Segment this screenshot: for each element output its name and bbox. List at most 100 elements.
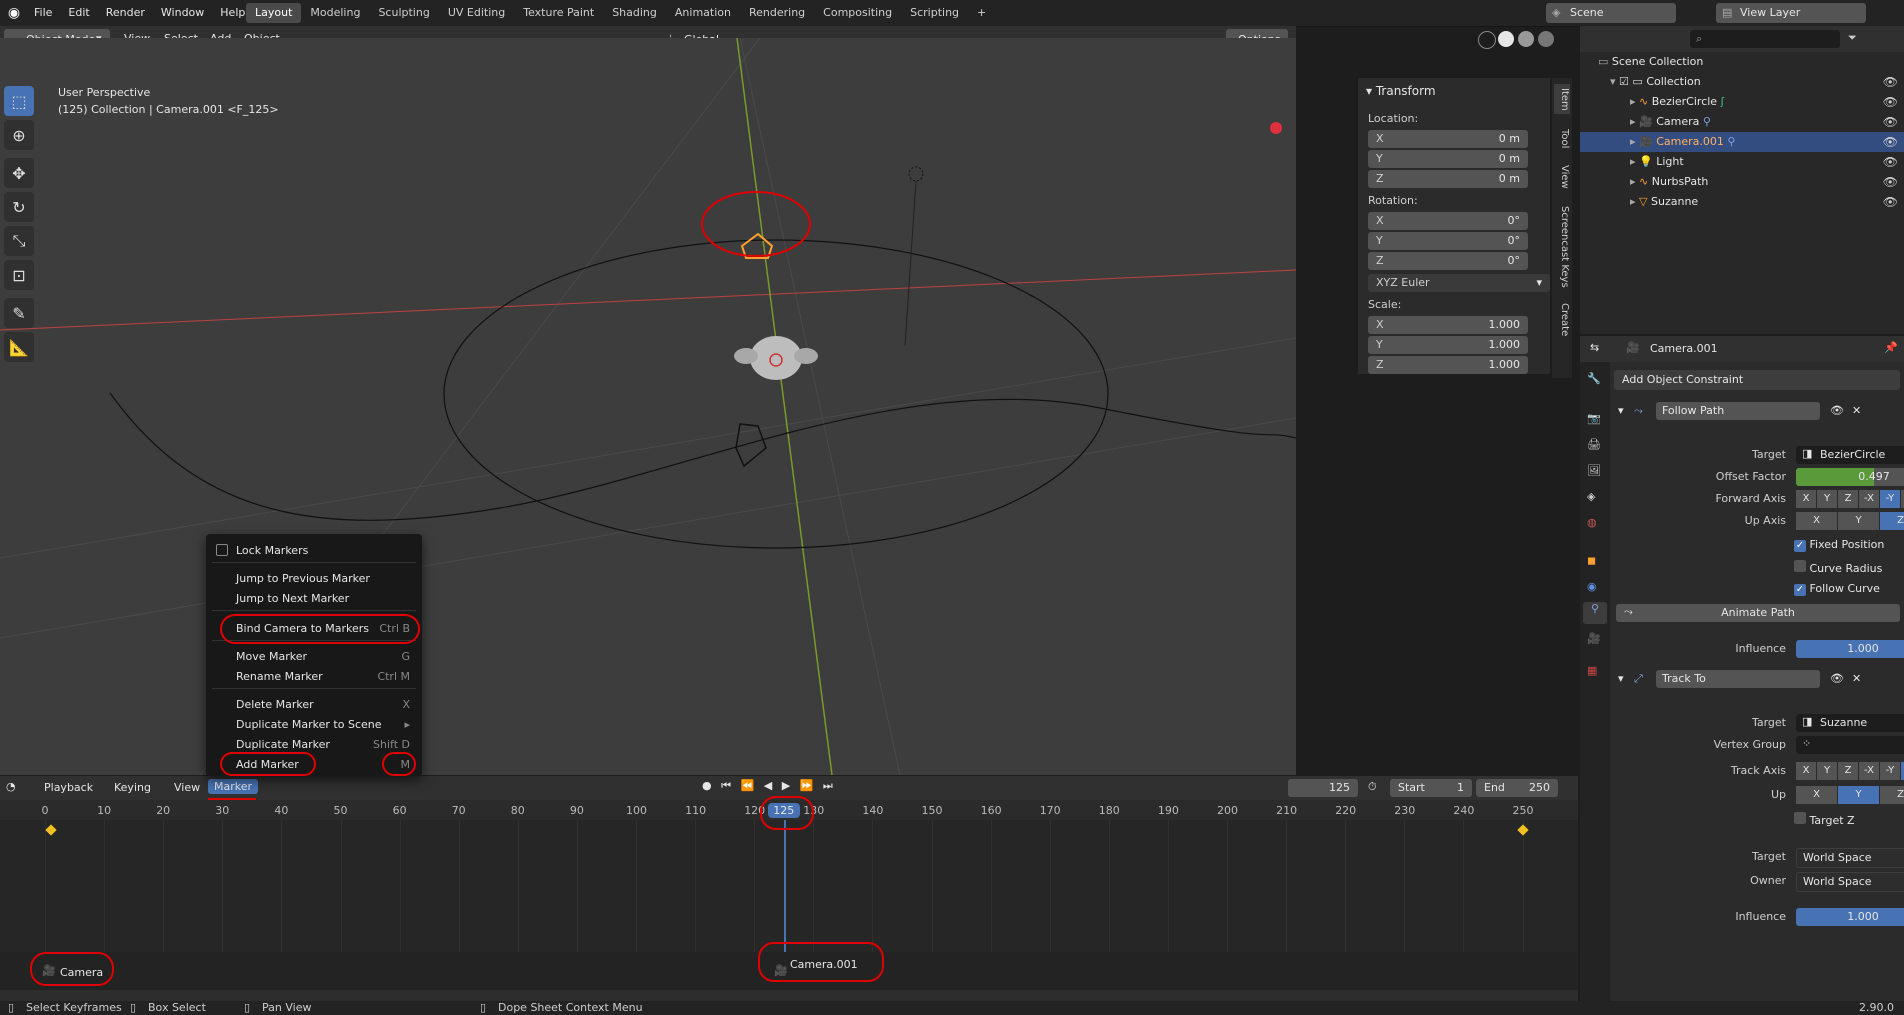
menu-file[interactable]: File — [26, 0, 60, 26]
tab-compositing[interactable]: Compositing — [814, 3, 901, 23]
physics-tab-icon[interactable]: ◉ — [1587, 580, 1597, 593]
move-marker-item[interactable]: Move Marker — [236, 650, 307, 663]
play-icon[interactable]: ▶ — [782, 779, 790, 792]
location-y-field[interactable]: Y 0 m — [1368, 150, 1528, 168]
rotation-mode-dropdown[interactable]: XYZ Euler ▾ — [1368, 274, 1550, 292]
prev-keyframe-icon[interactable]: ⏪ — [741, 779, 755, 792]
transform-tool-icon[interactable]: ⊡ — [4, 260, 34, 290]
texture-tab-icon[interactable]: ▦ — [1587, 664, 1597, 677]
cursor-tool-icon[interactable]: ⊕ — [4, 120, 34, 150]
pin-icon[interactable]: 📌 — [1884, 341, 1898, 354]
record-icon[interactable]: ● — [702, 779, 712, 792]
add-object-constraint-dropdown[interactable]: Add Object Constraint — [1614, 370, 1900, 390]
object-data-tab-icon[interactable]: 🎥 — [1587, 632, 1601, 645]
tab-modeling[interactable]: Modeling — [301, 3, 369, 23]
target-space-dropdown[interactable]: World Space▾ — [1796, 848, 1904, 868]
keyframe-diamond[interactable] — [1516, 824, 1529, 836]
axis-button[interactable]: Y — [1838, 512, 1879, 530]
scale-y-field[interactable]: Y 1.000 — [1368, 336, 1528, 354]
checkbox-icon[interactable]: ☑ — [1619, 75, 1629, 88]
tab-texture-paint[interactable]: Texture Paint — [514, 3, 603, 23]
menu-edit[interactable]: Edit — [60, 0, 97, 26]
close-icon[interactable]: ✕ — [1852, 404, 1861, 417]
axis-button[interactable]: Y — [1817, 762, 1837, 780]
follow-path-name-field[interactable]: Follow Path — [1656, 402, 1820, 420]
filter-icon[interactable]: ⏷ — [1848, 31, 1857, 45]
track-to-target-field[interactable]: ◨Suzanne✕ — [1796, 714, 1904, 732]
owner-space-dropdown[interactable]: World Space▾ — [1796, 872, 1904, 892]
tab-scripting[interactable]: Scripting — [901, 3, 968, 23]
axis-button[interactable]: X — [1796, 490, 1816, 508]
view-layer-tab-icon[interactable]: 🖼 — [1587, 464, 1601, 477]
axis-button[interactable]: Z — [1838, 490, 1858, 508]
output-tab-icon[interactable]: 🖨 — [1587, 438, 1601, 451]
jump-prev-marker-item[interactable]: Jump to Previous Marker — [236, 572, 370, 585]
current-frame-field[interactable]: 125 — [1288, 779, 1358, 797]
solid-shading-icon[interactable] — [1498, 31, 1514, 47]
vertex-group-field[interactable]: ⁘ — [1796, 736, 1904, 754]
eye-icon[interactable]: 👁 — [1883, 72, 1898, 92]
close-icon[interactable]: ✕ — [1852, 672, 1861, 685]
follow-curve-checkbox[interactable]: ✓ Follow Curve — [1794, 582, 1880, 596]
axis-button[interactable]: Y — [1817, 490, 1837, 508]
rotation-x-field[interactable]: X 0° — [1368, 212, 1528, 230]
follow-path-influence-slider[interactable]: 1.000 — [1796, 640, 1904, 658]
location-x-field[interactable]: X 0 m — [1368, 130, 1528, 148]
next-keyframe-icon[interactable]: ⏩ — [800, 779, 814, 792]
stopwatch-icon[interactable]: ⏱ — [1368, 780, 1377, 794]
location-z-field[interactable]: Z 0 m — [1368, 170, 1528, 188]
rename-marker-item[interactable]: Rename Marker — [236, 670, 323, 683]
keyframe-area[interactable] — [0, 820, 1578, 952]
select-box-tool-icon[interactable]: ⬚ — [4, 86, 34, 116]
blender-logo-icon[interactable]: ◉ — [6, 5, 22, 21]
outliner-item-camera-001[interactable]: ▸ 🎥 Camera.001 ⚲ 👁 — [1580, 132, 1904, 152]
scale-tool-icon[interactable]: ⤡ — [4, 226, 34, 256]
add-workspace-icon[interactable]: + — [968, 3, 995, 23]
tab-screencast-keys[interactable]: Screencast Keys — [1554, 202, 1570, 292]
axis-button[interactable]: Z — [1838, 762, 1858, 780]
editor-type-icon[interactable]: ◔ — [6, 780, 16, 793]
eye-icon[interactable]: 👁 — [1883, 172, 1898, 192]
playhead-line[interactable] — [783, 820, 786, 952]
eye-icon[interactable]: 👁 — [1883, 152, 1898, 172]
timeline-scrollbar[interactable] — [0, 990, 1578, 1001]
jump-next-marker-item[interactable]: Jump to Next Marker — [236, 592, 349, 605]
axis-button[interactable]: X — [1796, 762, 1816, 780]
outliner-collection[interactable]: ▾ ☑ ▭ Collection 👁 — [1580, 72, 1904, 92]
axis-button[interactable]: Z — [1880, 512, 1904, 530]
collapse-arrow-icon[interactable]: ▾ — [1618, 672, 1624, 685]
eye-icon[interactable]: 👁 — [1883, 192, 1898, 212]
tab-uv-editing[interactable]: UV Editing — [439, 3, 514, 23]
outliner-item-nurbspath[interactable]: ▸ ∿ NurbsPath 👁 — [1580, 172, 1904, 192]
end-frame-field[interactable]: End 250 — [1476, 779, 1558, 797]
rotation-z-field[interactable]: Z 0° — [1368, 252, 1528, 270]
constraints-tab-icon[interactable]: ⚲ — [1583, 602, 1607, 624]
fixed-position-checkbox[interactable]: ✓ Fixed Position — [1794, 538, 1884, 552]
lock-markers-item[interactable]: Lock Markers — [236, 544, 308, 557]
menu-view[interactable]: View — [174, 781, 200, 794]
duplicate-marker-item[interactable]: Duplicate Marker — [236, 738, 330, 751]
scene-tab-icon[interactable]: ◈ — [1587, 490, 1595, 503]
tab-rendering[interactable]: Rendering — [740, 3, 814, 23]
menu-render[interactable]: Render — [98, 0, 153, 26]
tab-sculpting[interactable]: Sculpting — [369, 3, 438, 23]
jump-end-icon[interactable]: ⏭ — [823, 779, 833, 792]
object-tab-icon[interactable]: ◼ — [1587, 554, 1596, 567]
measure-tool-icon[interactable]: 📐 — [4, 332, 34, 362]
menu-window[interactable]: Window — [153, 0, 212, 26]
scale-z-field[interactable]: Z 1.000 — [1368, 356, 1528, 374]
jump-start-icon[interactable]: ⏮ — [721, 779, 731, 792]
axis-button[interactable]: Y — [1838, 786, 1879, 804]
delete-marker-item[interactable]: Delete Marker — [236, 698, 314, 711]
eye-icon[interactable]: 👁 — [1883, 112, 1898, 132]
menu-playback[interactable]: Playback — [44, 781, 93, 794]
editor-type-icon[interactable]: ⇆ — [1590, 341, 1599, 354]
collapse-arrow-icon[interactable]: ▾ — [1618, 404, 1624, 417]
axis-button[interactable]: X — [1796, 786, 1837, 804]
scene-selector[interactable]: ◈ Scene — [1546, 3, 1676, 23]
axis-button[interactable]: -X — [1859, 762, 1879, 780]
scale-x-field[interactable]: X 1.000 — [1368, 316, 1528, 334]
wireframe-shading-icon[interactable] — [1478, 31, 1496, 49]
play-reverse-icon[interactable]: ◀ — [764, 779, 772, 792]
tab-animation[interactable]: Animation — [666, 3, 740, 23]
